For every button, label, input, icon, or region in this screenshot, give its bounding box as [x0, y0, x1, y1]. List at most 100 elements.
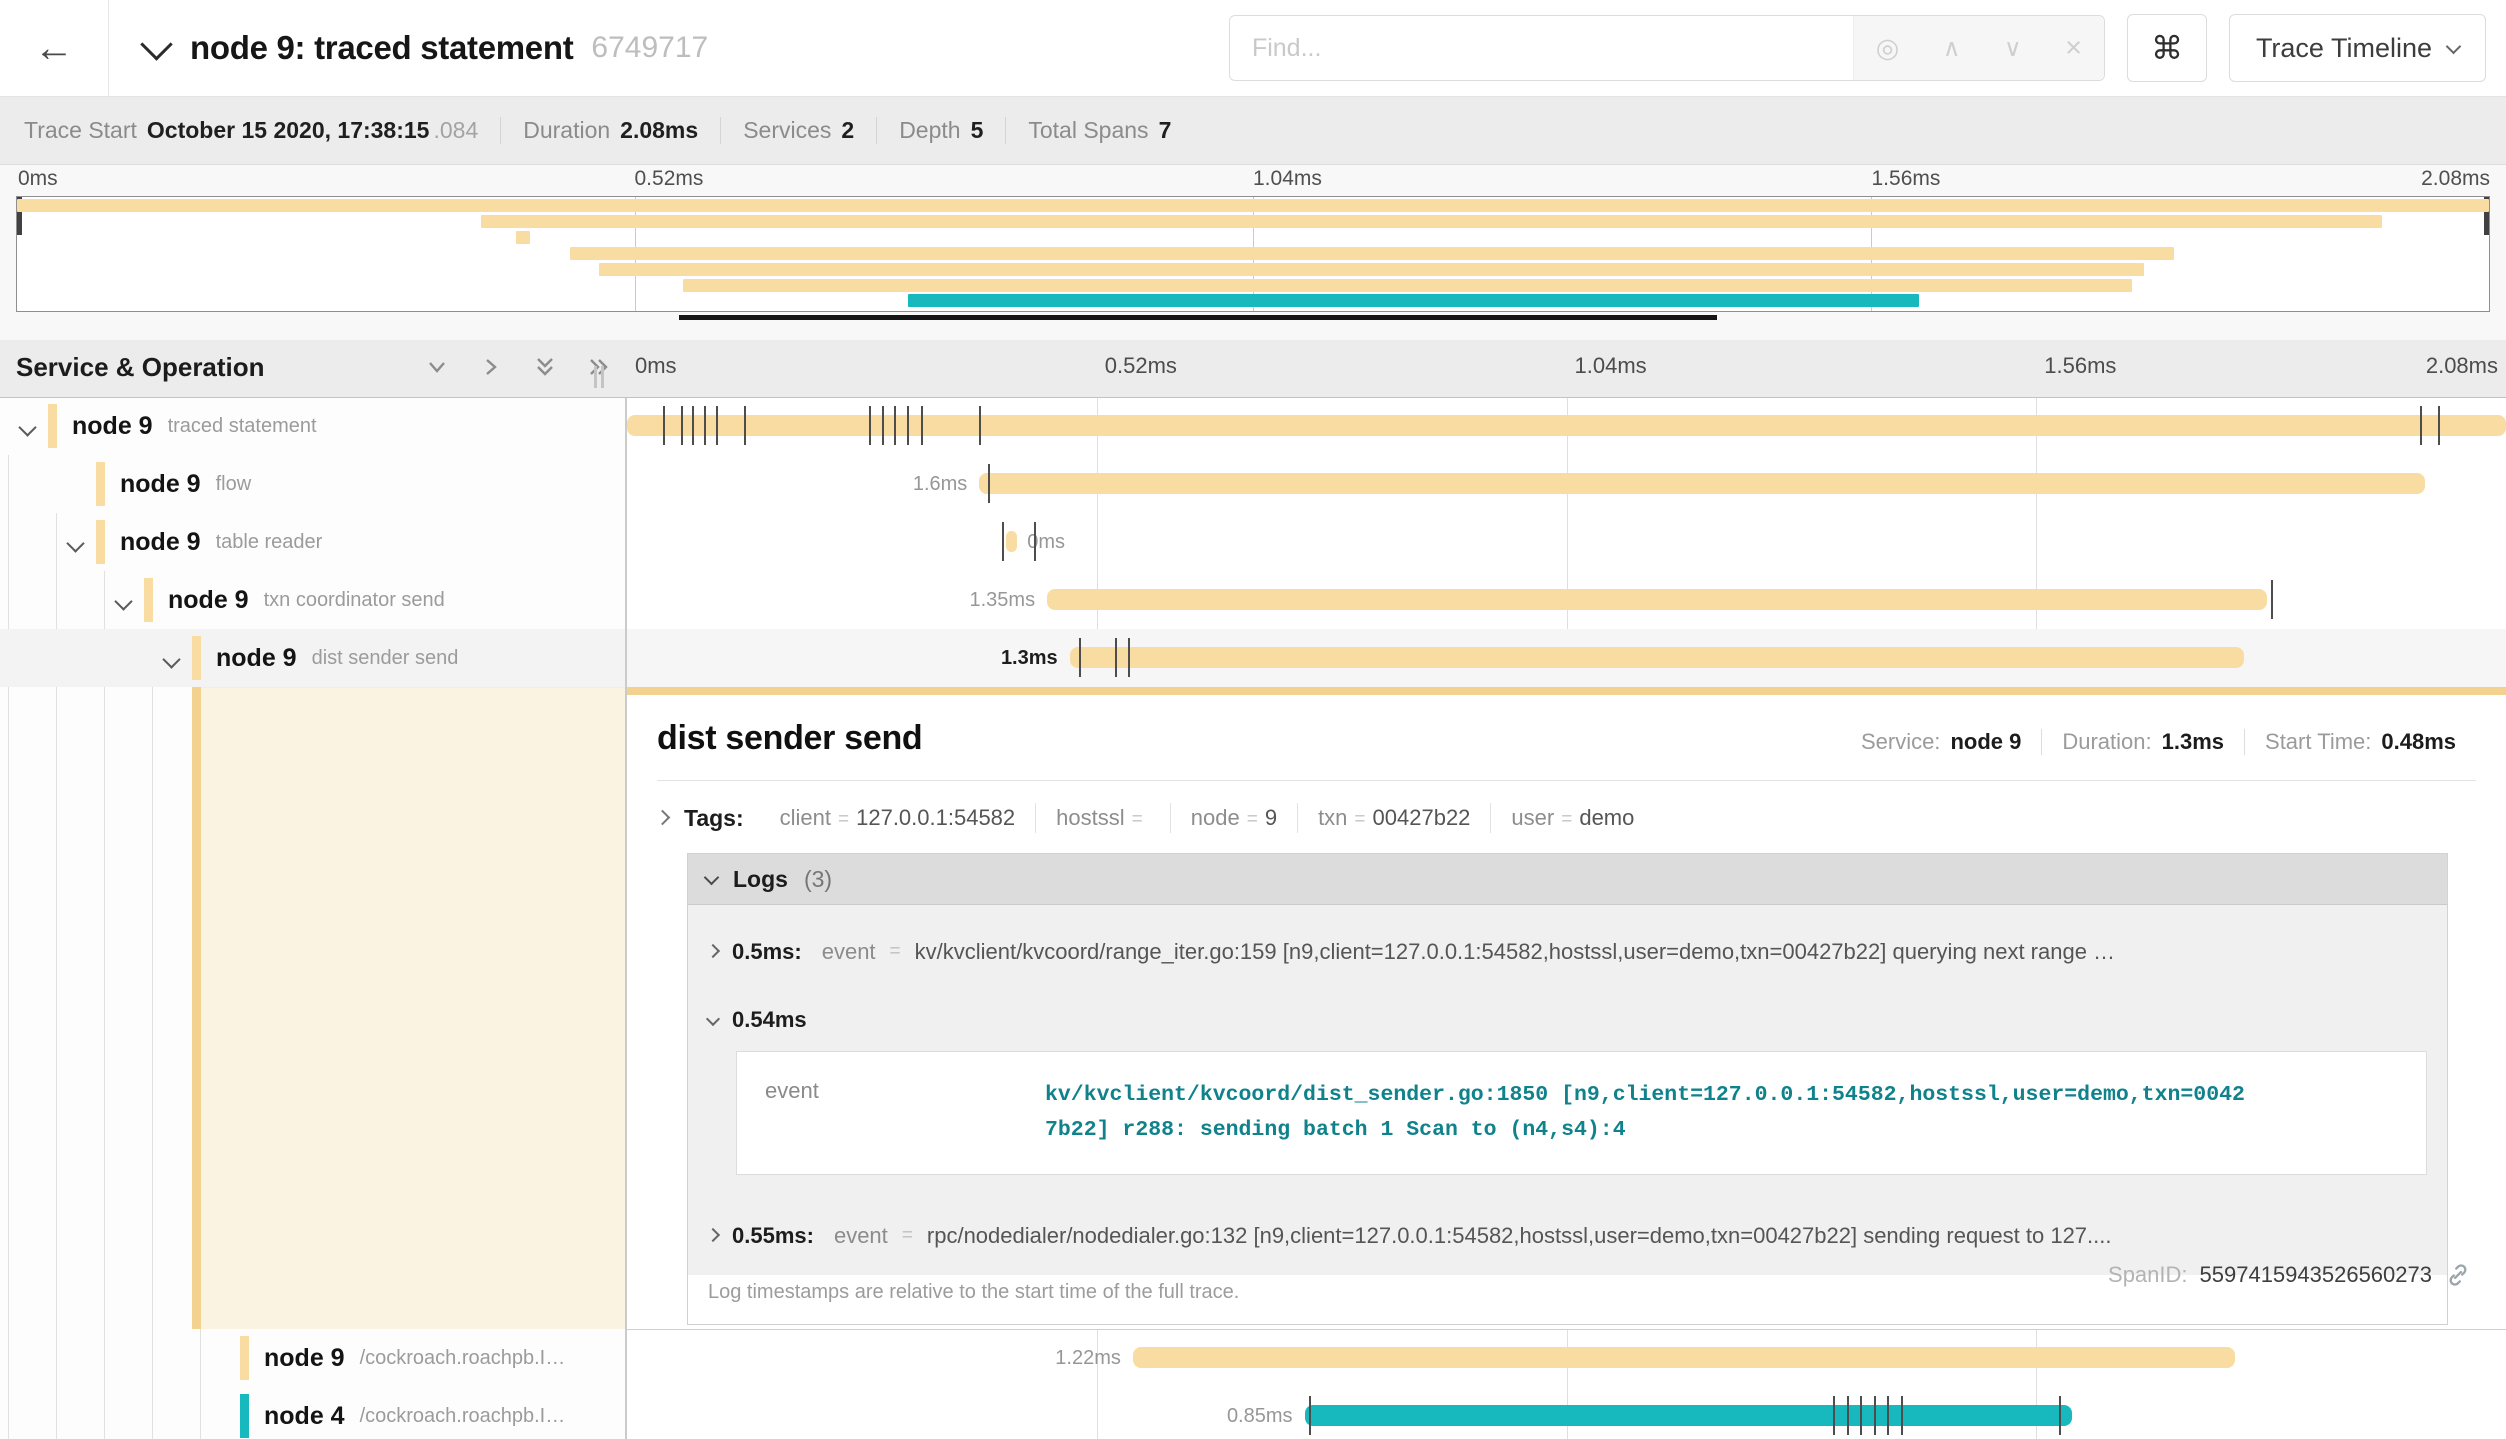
minimap-scroll-indicator[interactable]	[679, 315, 1716, 320]
tag-chip[interactable]: node=9	[1171, 803, 1298, 833]
expand-one-icon[interactable]	[478, 354, 504, 380]
span-log-tick	[869, 406, 871, 445]
collapse-all-icon[interactable]	[532, 354, 558, 380]
span-service-name: node 9	[216, 644, 297, 673]
span-collapse-icon[interactable]	[162, 650, 180, 668]
span-service-name: node 9	[72, 412, 153, 441]
span-log-tick	[1309, 1396, 1311, 1435]
next-match-icon[interactable]: ∨	[2004, 34, 2022, 63]
span-log-tick	[2420, 406, 2422, 445]
logs-header[interactable]: Logs (3)	[688, 854, 2447, 905]
span-timeline-row[interactable]: 1.35ms	[627, 571, 2506, 629]
span-timeline-row[interactable]: 0.85ms	[627, 1387, 2506, 1439]
tag-chip[interactable]: txn=00427b22	[1298, 803, 1491, 833]
span-tree-row[interactable]: node 9txn coordinator send	[0, 571, 625, 629]
log-text: 0.5ms:	[732, 939, 802, 965]
service-operation-header: Service & Operation	[16, 352, 265, 383]
span-color-bar	[96, 462, 105, 506]
log-collapse-row[interactable]: 0.54ms	[708, 1007, 2427, 1033]
clear-find-icon[interactable]: ×	[2065, 32, 2082, 65]
span-duration-bar[interactable]	[1070, 647, 2244, 668]
span-operation-name: table reader	[216, 531, 323, 554]
span-color-bar	[144, 578, 153, 622]
span-tree-row[interactable]: node 9table reader	[0, 513, 625, 571]
minimap-span-bar	[516, 231, 530, 244]
span-tree-row[interactable]: node 9dist sender send	[0, 629, 625, 687]
span-tree-row[interactable]: node 4/cockroach.roachpb.I…	[0, 1387, 625, 1439]
trace-id: 6749717	[591, 31, 708, 65]
span-duration-bar[interactable]	[979, 473, 2424, 494]
span-log-tick	[2438, 406, 2440, 445]
span-service-name: node 9	[264, 1344, 345, 1373]
span-duration-label: 1.22ms	[1055, 1329, 1121, 1387]
span-log-tick	[1002, 522, 1004, 561]
tags-expand-icon[interactable]	[655, 809, 671, 825]
find-input[interactable]	[1230, 16, 1853, 80]
span-collapse-icon[interactable]	[114, 592, 132, 610]
minimap-span-bar	[570, 247, 2174, 260]
span-log-tick	[907, 406, 909, 445]
span-name: node 9table reader	[120, 513, 322, 571]
span-timeline-row[interactable]: 1.6ms	[627, 455, 2506, 513]
span-log-tick	[1128, 638, 1130, 677]
collapse-trace-header-icon[interactable]	[140, 28, 173, 61]
span-timeline-row[interactable]: 0ms	[627, 513, 2506, 571]
prev-match-icon[interactable]: ∧	[1943, 34, 1961, 63]
span-timeline-row[interactable]: 1.3ms	[627, 629, 2506, 687]
span-name: node 9flow	[120, 455, 251, 513]
span-detail-meta: Service:node 9 Duration:1.3ms Start Time…	[1841, 729, 2476, 755]
log-text: 0.55ms:	[732, 1223, 814, 1249]
back-button[interactable]: ←	[0, 0, 109, 96]
span-log-tick	[2059, 1396, 2061, 1435]
span-duration-bar[interactable]	[1133, 1347, 2235, 1368]
span-name: node 9txn coordinator send	[168, 571, 445, 629]
span-timeline-row[interactable]	[627, 397, 2506, 455]
span-color-bar	[48, 404, 57, 448]
span-operation-name: /cockroach.roachpb.I…	[360, 1347, 566, 1370]
log-entry-expanded: 0.54ms eventkv/kvclient/kvcoord/dist_send…	[688, 991, 2447, 1197]
tag-equals: =	[1247, 809, 1258, 831]
span-operation-name: /cockroach.roachpb.I…	[360, 1405, 566, 1428]
tag-chip[interactable]: client=127.0.0.1:54582	[760, 803, 1037, 833]
span-log-tick	[894, 406, 896, 445]
span-duration-bar[interactable]	[1047, 589, 2267, 610]
deep-link-icon[interactable]	[2444, 1261, 2472, 1289]
span-duration-label: 1.6ms	[913, 455, 967, 513]
span-timeline-row[interactable]: 1.22ms	[627, 1329, 2506, 1387]
span-tree-row[interactable]: node 9/cockroach.roachpb.I…	[0, 1329, 625, 1387]
log-event-box: eventkv/kvclient/kvcoord/dist_sender.go:…	[736, 1051, 2427, 1175]
span-duration-bar[interactable]	[1006, 531, 1017, 552]
span-duration-bar[interactable]	[1305, 1405, 2073, 1426]
minimap-axis: 0ms 0.52ms 1.04ms 1.56ms 2.08ms	[16, 167, 2490, 195]
span-collapse-icon[interactable]	[66, 534, 84, 552]
minimap-span-bar	[481, 215, 2383, 228]
span-name: node 4/cockroach.roachpb.I…	[264, 1387, 565, 1439]
keyboard-shortcuts-button[interactable]: ⌘	[2127, 14, 2207, 82]
tag-chip[interactable]: user=demo	[1491, 803, 1654, 833]
tag-equals: =	[1354, 809, 1365, 831]
column-resize-handle[interactable]	[594, 366, 604, 388]
span-tree-row[interactable]: node 9traced statement	[0, 397, 625, 455]
span-collapse-icon[interactable]	[18, 418, 36, 436]
span-log-tick	[1833, 1396, 1835, 1435]
span-log-tick	[2271, 580, 2273, 619]
stat-total-spans: Total Spans7	[1005, 117, 1193, 144]
tag-chip[interactable]: hostssl=	[1036, 803, 1171, 833]
span-log-tick	[1901, 1396, 1903, 1435]
view-selector-button[interactable]: Trace Timeline	[2229, 14, 2486, 82]
span-color-bar	[192, 636, 201, 680]
tag-key: txn	[1318, 805, 1347, 831]
tags-section[interactable]: Tags: client=127.0.0.1:54582hostssl=node…	[657, 803, 2476, 833]
minimap-canvas[interactable]	[16, 196, 2490, 312]
chevron-down-icon	[2446, 38, 2462, 54]
span-log-tick	[882, 406, 884, 445]
collapse-one-icon[interactable]	[424, 354, 450, 380]
tag-equals: =	[1561, 809, 1572, 831]
log-entry-collapsed[interactable]: 0.5ms:event=kv/kvclient/kvcoord/range_it…	[688, 913, 2447, 991]
find-box: ◎ ∧ ∨ ×	[1229, 15, 2105, 81]
span-tree-row[interactable]: node 9flow	[0, 455, 625, 513]
minimap-span-bar	[17, 199, 2489, 212]
find-controls: ◎ ∧ ∨ ×	[1853, 16, 2104, 80]
focus-match-icon[interactable]: ◎	[1876, 33, 1900, 64]
span-log-tick	[921, 406, 923, 445]
